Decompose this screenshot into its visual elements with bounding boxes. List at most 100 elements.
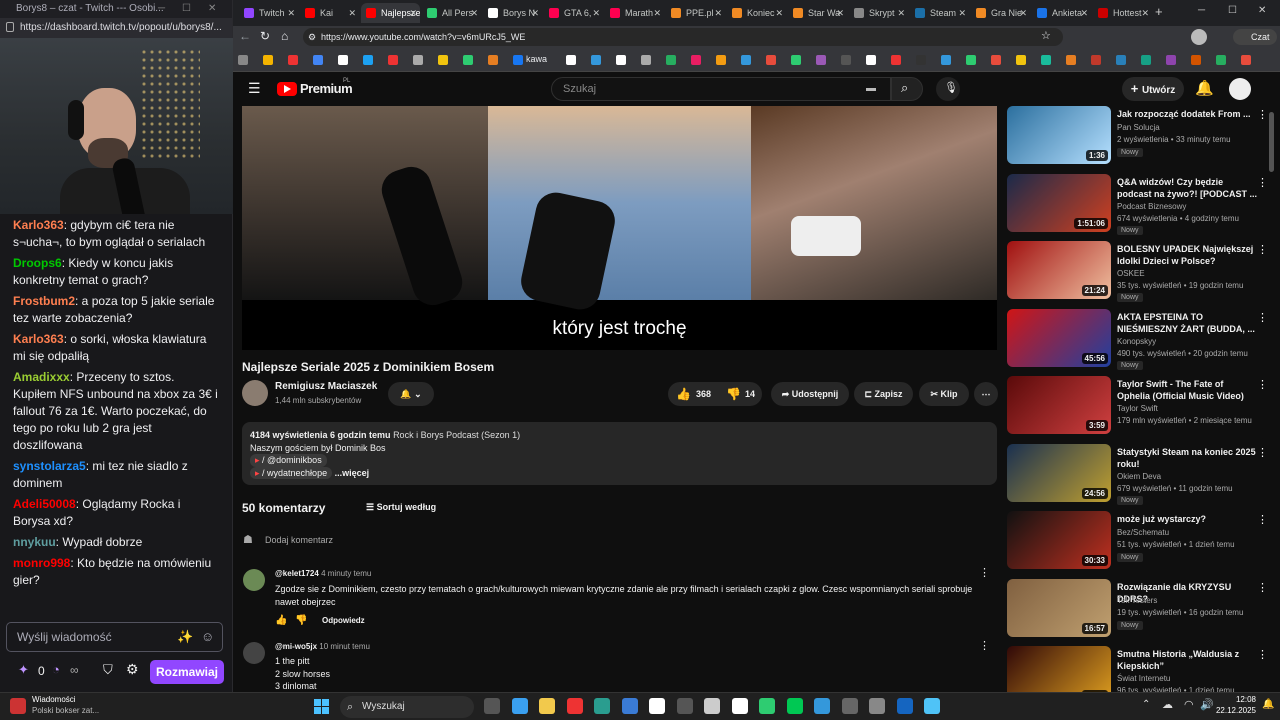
wifi-icon[interactable]: ◠ [1184, 698, 1194, 711]
bookmark-icon[interactable] [1216, 55, 1226, 65]
video-thumbnail[interactable]: 24:56 [1007, 443, 1111, 502]
bookmark-icon[interactable] [488, 55, 498, 65]
address-bar[interactable]: ⚙ https://www.youtube.com/watch?v=v6mURc… [303, 28, 1063, 46]
taskbar-app-icon[interactable] [841, 698, 858, 714]
save-button[interactable]: ⊏ Zapisz [854, 382, 913, 406]
related-video-title[interactable]: Q&A widzów! Czy będzie podcast na żywo?!… [1117, 176, 1257, 200]
close-icon[interactable]: ✕ [348, 3, 356, 23]
news-icon[interactable] [10, 698, 26, 714]
related-video-channel[interactable]: Taylor Swift [1117, 404, 1158, 413]
bookmark-icon[interactable] [991, 55, 1001, 65]
related-video-channel[interactable]: Podcast Biznesowy [1117, 202, 1186, 211]
close-icon[interactable]: ✕ [208, 0, 216, 18]
minimize-icon[interactable]: ─ [158, 0, 165, 18]
related-video-channel[interactable]: Świat Internetu [1117, 674, 1170, 683]
more-options-icon[interactable]: ⋮ [1257, 446, 1268, 459]
related-video-title[interactable]: AKTA EPSTEINA TO NIEŚMIESZNY ŻART (BUDDA… [1117, 311, 1257, 335]
windows-start-icon[interactable] [314, 699, 330, 715]
bookmark-icon[interactable] [866, 55, 876, 65]
close-icon[interactable]: ✕ [958, 3, 966, 23]
related-video-title[interactable]: Jak rozpocząć dodatek From ... [1117, 108, 1257, 120]
new-tab-icon[interactable]: + [1155, 4, 1163, 19]
chat-username[interactable]: monro998 [13, 556, 70, 570]
related-video[interactable]: 24:56 Statystyki Steam na koniec 2025 rok… [1007, 443, 1280, 506]
taskbar-app-icon[interactable] [704, 698, 720, 714]
browser-tab[interactable]: Star Wa ✕ [788, 3, 847, 23]
chat-input[interactable]: Wyślij wiadomość ✨ ☺ [6, 622, 223, 652]
clock-time[interactable]: 12:08 [1230, 695, 1256, 704]
emoji-icon[interactable]: ☺ [201, 623, 214, 651]
bookmark-icon[interactable] [463, 55, 473, 65]
bookmark-icon[interactable] [363, 55, 373, 65]
subscription-bell-button[interactable]: 🔔 ⌄ [388, 382, 434, 406]
video-thumbnail[interactable]: 21:24 [1007, 241, 1111, 299]
bookmark-icon[interactable] [288, 55, 298, 65]
related-video[interactable]: 1:51:06 Q&A widzów! Czy będzie podcast na… [1007, 173, 1280, 236]
search-button[interactable]: ⌕ [891, 77, 923, 101]
chat-send-button[interactable]: Rozmawiaj [150, 660, 224, 684]
notifications-icon[interactable]: 🔔 [1262, 699, 1274, 710]
taskbar-app-icon[interactable] [896, 698, 913, 714]
home-icon[interactable]: ⌂ [281, 29, 288, 43]
comment-menu-icon[interactable]: ⋮ [979, 566, 990, 579]
bookmark-icon[interactable] [691, 55, 701, 65]
taskbar-app-icon[interactable] [924, 698, 940, 714]
bookmark-icon[interactable] [263, 55, 273, 65]
bookmark-icon[interactable] [566, 55, 576, 65]
related-video[interactable]: 16:57 Rozwiązanie dla KRYZYSU DDRS? Tek Te… [1007, 578, 1280, 641]
close-icon[interactable]: ✕ [287, 3, 295, 23]
taskbar-app-icon[interactable] [676, 698, 693, 714]
share-button[interactable]: ➦ Udostępnij [771, 382, 849, 406]
bookmark-icon[interactable] [941, 55, 951, 65]
bookmark-icon[interactable] [388, 55, 398, 65]
more-options-icon[interactable]: ⋮ [1257, 243, 1268, 256]
chat-username[interactable]: Amadixxx [13, 370, 70, 384]
close-icon[interactable]: ✕ [592, 3, 600, 23]
browser-tab[interactable]: All Pers ✕ [422, 3, 481, 23]
taskbar-search[interactable]: ⌕ Wyszukaj [340, 696, 474, 718]
show-more-link[interactable]: ...więcej [335, 468, 370, 478]
bookmark-icon[interactable] [1141, 55, 1151, 65]
chat-username[interactable]: Droops6 [13, 256, 62, 270]
close-icon[interactable]: ✕ [531, 3, 539, 23]
related-video[interactable]: 21:24 BOLESNY UPADEK Największej Idolki D… [1007, 241, 1280, 303]
video-thumbnail[interactable]: 45:56 [1007, 308, 1111, 367]
channel-name[interactable]: Remigiusz Maciaszek [275, 381, 377, 392]
dislike-icon[interactable]: 👎 [295, 615, 307, 626]
bookmark-icon[interactable] [741, 55, 751, 65]
close-icon[interactable]: ✕ [409, 3, 417, 23]
bookmark-icon[interactable] [666, 55, 676, 65]
bookmark-label[interactable]: kawa [526, 54, 547, 64]
browser-tab[interactable]: Skrypt ✕ [849, 3, 908, 23]
bookmark-icon[interactable] [641, 55, 651, 65]
bookmark-icon[interactable] [616, 55, 626, 65]
more-options-icon[interactable]: ⋮ [1257, 581, 1268, 594]
browser-tab[interactable]: Borys N ✕ [483, 3, 542, 23]
browser-tab[interactable]: Gra Nie ✕ [971, 3, 1030, 23]
sparkle-icon[interactable]: ✨ [177, 623, 193, 651]
clip-button[interactable]: ✂ Klip [919, 382, 969, 406]
taskbar-app-icon[interactable] [731, 698, 748, 714]
close-icon[interactable]: ✕ [653, 3, 661, 23]
keyboard-icon[interactable]: ▬ [866, 78, 876, 100]
bell-icon[interactable]: 🔔 [1195, 79, 1214, 97]
related-video-channel[interactable]: OSKEE [1117, 269, 1145, 278]
taskbar-app-icon[interactable] [869, 698, 885, 714]
bookmark-icon[interactable] [791, 55, 801, 65]
avatar[interactable] [1229, 78, 1251, 100]
taskbar-app-icon[interactable] [594, 698, 610, 714]
browser-tab[interactable]: Marath ✕ [605, 3, 664, 23]
more-options-icon[interactable]: ⋮ [1257, 311, 1268, 324]
maximize-icon[interactable]: ☐ [182, 0, 191, 18]
chat-username[interactable]: Adeli50008 [13, 497, 76, 511]
description-link[interactable]: / @dominikbos [262, 455, 322, 465]
youtube-logo-icon[interactable] [277, 82, 297, 96]
like-icon[interactable]: 👍 [275, 615, 287, 626]
related-video-channel[interactable]: Pan Solucja [1117, 123, 1160, 132]
avatar[interactable] [242, 380, 268, 406]
minimize-icon[interactable]: ─ [1198, 5, 1205, 16]
related-video[interactable]: 45:56 AKTA EPSTEINA TO NIEŚMIESZNY ŻART (… [1007, 308, 1280, 371]
close-icon[interactable]: ✕ [897, 3, 905, 23]
related-video-channel[interactable]: Konopskyy [1117, 337, 1156, 346]
more-options-icon[interactable]: ⋮ [1257, 176, 1268, 189]
